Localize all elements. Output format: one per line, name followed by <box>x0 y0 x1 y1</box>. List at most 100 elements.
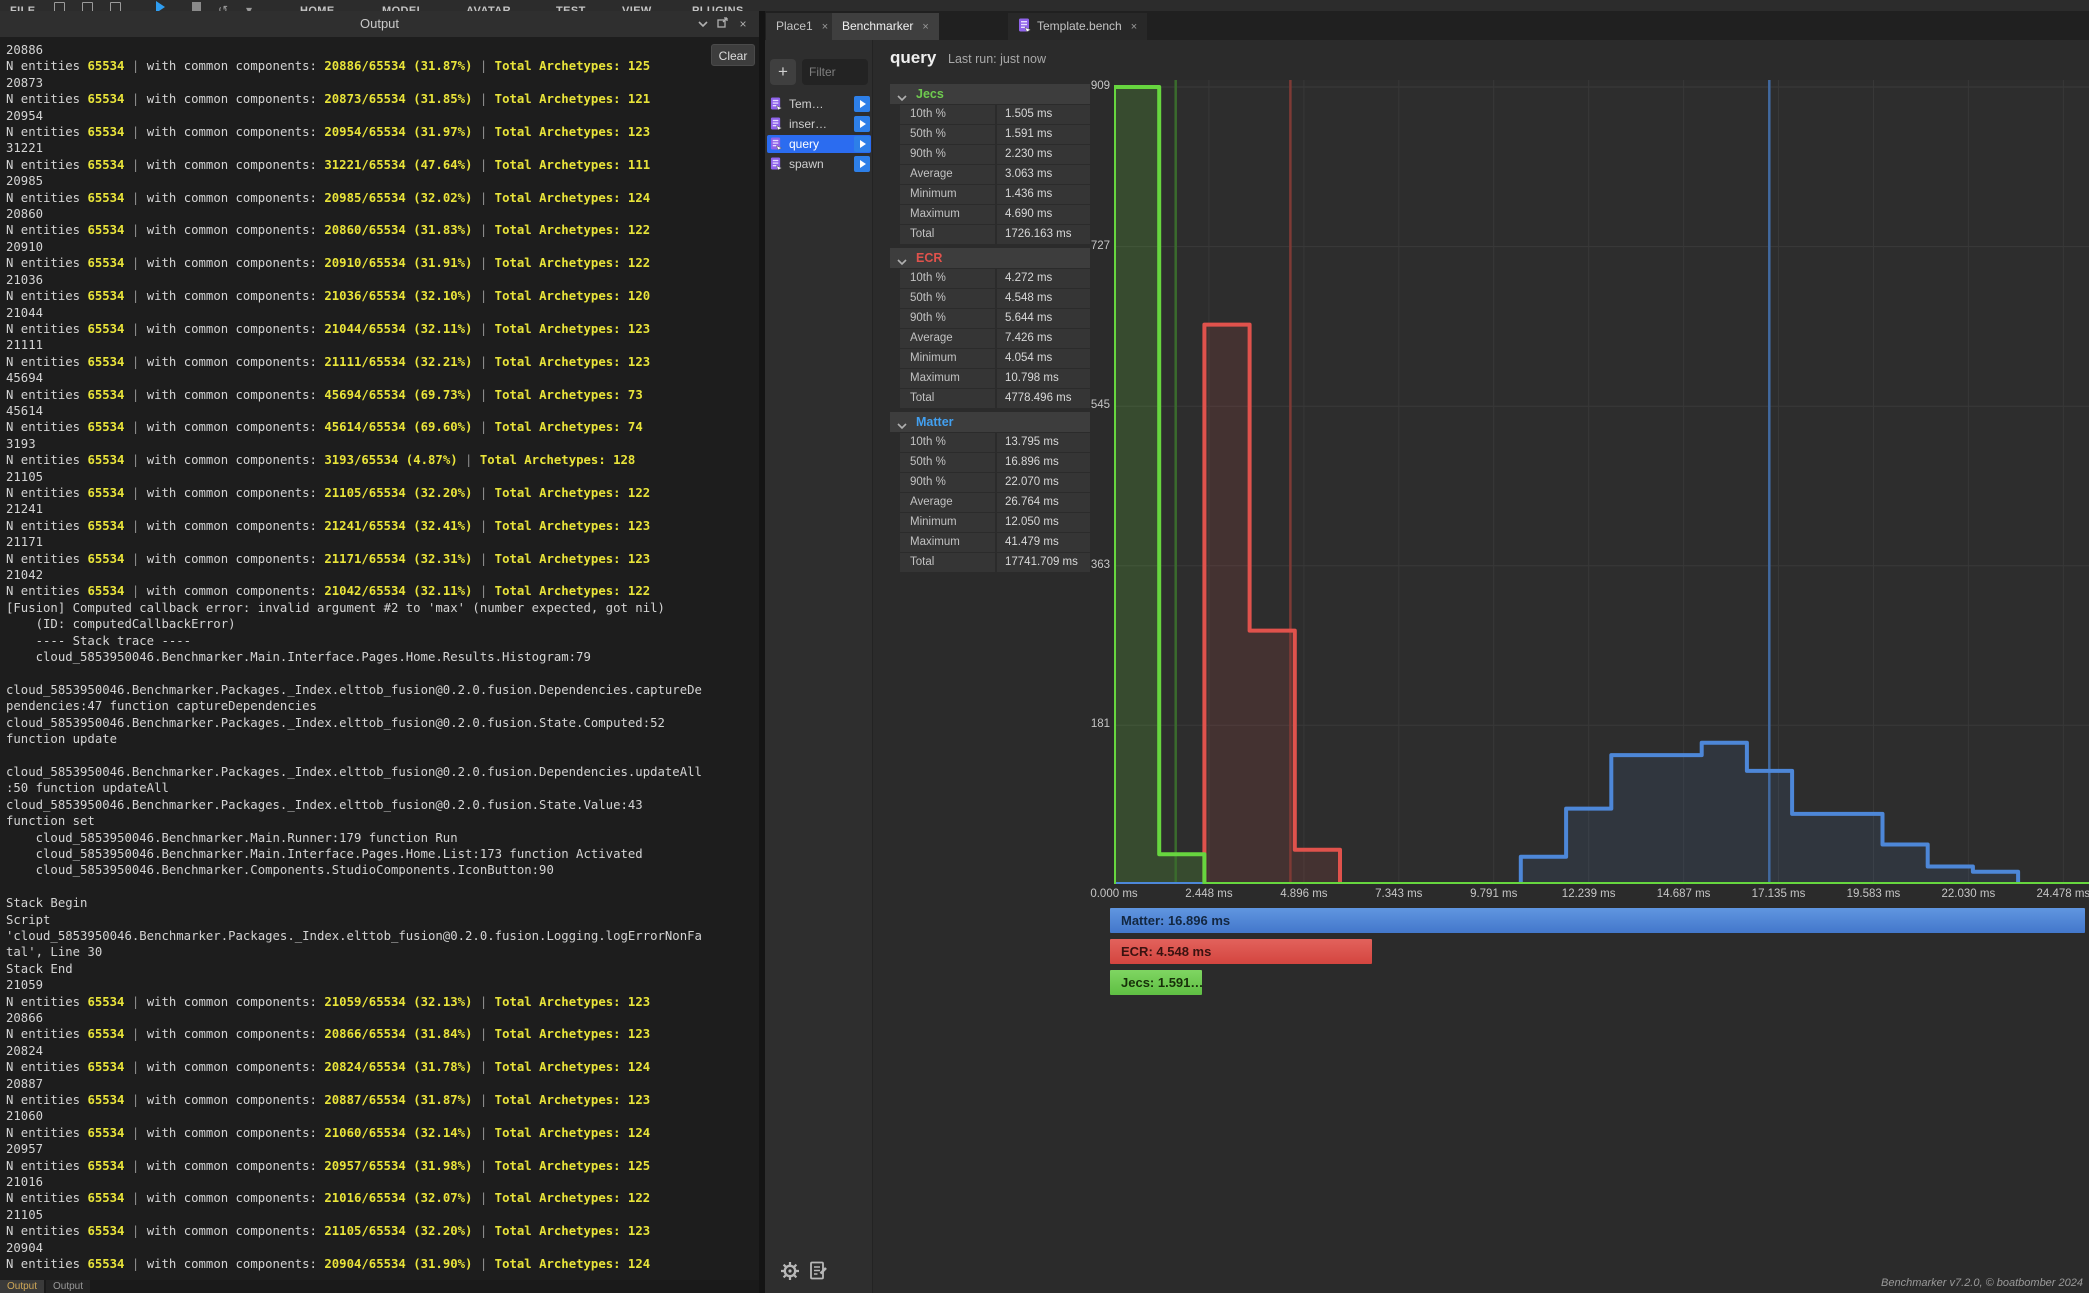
console-line: 21044 <box>6 305 759 321</box>
stat-label: Minimum <box>900 513 995 532</box>
stat-label: 10th % <box>900 433 995 452</box>
stat-value: 4.690 ms <box>997 205 1090 224</box>
console-line: 21042 <box>6 567 759 583</box>
benchmark-item-query[interactable]: query <box>767 135 871 153</box>
console-line: cloud_5853950046.Benchmarker.Packages._I… <box>6 764 759 780</box>
menu-test[interactable]: TEST <box>556 0 586 11</box>
close-icon[interactable]: × <box>822 21 828 33</box>
console-line: N entities 65534 | with common component… <box>6 190 759 206</box>
console-line: N entities 65534 | with common component… <box>6 419 759 435</box>
menu-home[interactable]: HOME <box>300 0 335 11</box>
stat-row: Total17741.709 ms <box>900 553 1090 572</box>
console-line: 45614 <box>6 403 759 419</box>
x-axis-tick-label: 0.000 ms <box>1072 888 1156 900</box>
console-line: 21241 <box>6 501 759 517</box>
legend-matter[interactable]: Matter: 16.896 ms <box>1110 908 2085 933</box>
console-line: N entities 65534 | with common component… <box>6 124 759 140</box>
tab-benchmarker[interactable]: Benchmarker× <box>832 13 939 40</box>
stat-label: Maximum <box>900 205 995 224</box>
menu-model[interactable]: MODEL <box>382 0 424 11</box>
console-line: N entities 65534 | with common component… <box>6 58 759 74</box>
stat-value: 1.436 ms <box>997 185 1090 204</box>
stat-row: Maximum4.690 ms <box>900 205 1090 224</box>
tab-place1[interactable]: Place1× <box>766 13 838 40</box>
y-axis-tick-label: 909 <box>1066 80 1110 92</box>
log-report-icon[interactable] <box>807 1260 831 1284</box>
stat-label: Total <box>900 225 995 244</box>
console-line: N entities 65534 | with common component… <box>6 354 759 370</box>
stop-icon[interactable] <box>192 2 201 11</box>
benchmark-item-inser[interactable]: inser… <box>767 115 871 133</box>
x-axis-tick-label: 12.239 ms <box>1547 888 1631 900</box>
console-log[interactable]: 20886N entities 65534 | with common comp… <box>0 37 759 1280</box>
stat-value: 26.764 ms <box>997 493 1090 512</box>
stat-row: 50th %16.896 ms <box>900 453 1090 472</box>
run-benchmark-button[interactable] <box>854 96 870 112</box>
close-icon[interactable]: × <box>1131 21 1137 33</box>
console-line: cloud_5853950046.Benchmarker.Packages._I… <box>6 715 759 731</box>
stat-value: 16.896 ms <box>997 453 1090 472</box>
studio-window: FILE ↺ ▾ HOME MODEL AVATAR TEST VIEW PLU… <box>0 0 2089 1293</box>
console-line: N entities 65534 | with common component… <box>6 321 759 337</box>
stats-section-header[interactable]: Matter <box>890 412 1090 432</box>
stat-value: 41.479 ms <box>997 533 1090 552</box>
clear-button[interactable]: Clear <box>711 44 755 66</box>
stat-value: 1.505 ms <box>997 105 1090 124</box>
tab-template-bench[interactable]: Template.bench× <box>1008 13 1147 40</box>
chevron-down-icon[interactable] <box>695 16 711 32</box>
console-line: cloud_5853950046.Benchmarker.Main.Runner… <box>6 830 759 846</box>
stat-label: Average <box>900 493 995 512</box>
output-tab-1[interactable]: Output <box>0 1280 44 1293</box>
filter-input[interactable] <box>802 59 868 85</box>
undo-icon[interactable]: ↺ <box>218 0 228 11</box>
menu-file[interactable]: FILE <box>10 0 35 11</box>
play-icon[interactable] <box>156 1 165 11</box>
top-toolbar: FILE ↺ ▾ HOME MODEL AVATAR TEST VIEW PLU… <box>0 0 2089 11</box>
legend-jecs[interactable]: Jecs: 1.591… <box>1110 970 1202 995</box>
x-axis-tick-label: 4.896 ms <box>1262 888 1346 900</box>
console-line: 20904 <box>6 1240 759 1256</box>
stats-section-header[interactable]: ECR <box>890 248 1090 268</box>
open-doc-icon[interactable] <box>82 2 93 11</box>
console-line: 21036 <box>6 272 759 288</box>
credit-text: Benchmarker v7.2.0, © boatbomber 2024 <box>1881 1277 2083 1289</box>
stat-value: 4.548 ms <box>997 289 1090 308</box>
console-line: cloud_5853950046.Benchmarker.Packages._I… <box>6 797 759 813</box>
console-line: N entities 65534 | with common component… <box>6 157 759 173</box>
console-line: 'cloud_5853950046.Benchmarker.Packages._… <box>6 928 759 944</box>
new-doc-icon[interactable] <box>54 2 65 11</box>
series-ecr-fill <box>1114 325 2089 884</box>
script-icon <box>770 97 782 116</box>
save-doc-icon[interactable] <box>110 2 121 11</box>
run-benchmark-button[interactable] <box>854 156 870 172</box>
console-line: N entities 65534 | with common component… <box>6 583 759 599</box>
benchmark-item-tem[interactable]: Tem… <box>767 95 871 113</box>
add-benchmark-button[interactable]: + <box>770 59 796 85</box>
stats-section-name: ECR <box>916 248 942 268</box>
y-axis-tick-label: 363 <box>1066 559 1110 571</box>
console-line: [Fusion] Computed callback error: invali… <box>6 600 759 616</box>
dropdown-caret-icon[interactable]: ▾ <box>246 0 252 11</box>
console-line: cloud_5853950046.Benchmarker.Packages._I… <box>6 682 759 698</box>
stats-section-header[interactable]: Jecs <box>890 84 1090 104</box>
script-icon <box>770 117 782 136</box>
menu-avatar[interactable]: AVATAR <box>466 0 511 11</box>
legend-label: ECR: 4.548 ms <box>1110 944 1211 959</box>
output-tab-2[interactable]: Output <box>46 1280 90 1293</box>
float-window-icon[interactable] <box>715 16 731 32</box>
x-axis-tick-label: 9.791 ms <box>1452 888 1536 900</box>
settings-gear-icon[interactable] <box>779 1260 803 1284</box>
close-icon[interactable]: × <box>735 16 751 32</box>
output-panel-title: Output <box>0 11 759 37</box>
stat-row: 10th %4.272 ms <box>900 269 1090 288</box>
menu-view[interactable]: VIEW <box>622 0 652 11</box>
run-benchmark-button[interactable] <box>854 116 870 132</box>
console-line: N entities 65534 | with common component… <box>6 1190 759 1206</box>
close-icon[interactable]: × <box>922 21 928 33</box>
stat-row: 50th %4.548 ms <box>900 289 1090 308</box>
legend-ecr[interactable]: ECR: 4.548 ms <box>1110 939 1372 964</box>
benchmark-item-spawn[interactable]: spawn <box>767 155 871 173</box>
menu-plugins[interactable]: PLUGINS <box>692 0 744 11</box>
run-benchmark-button[interactable] <box>854 136 870 152</box>
stat-label: 50th % <box>900 453 995 472</box>
